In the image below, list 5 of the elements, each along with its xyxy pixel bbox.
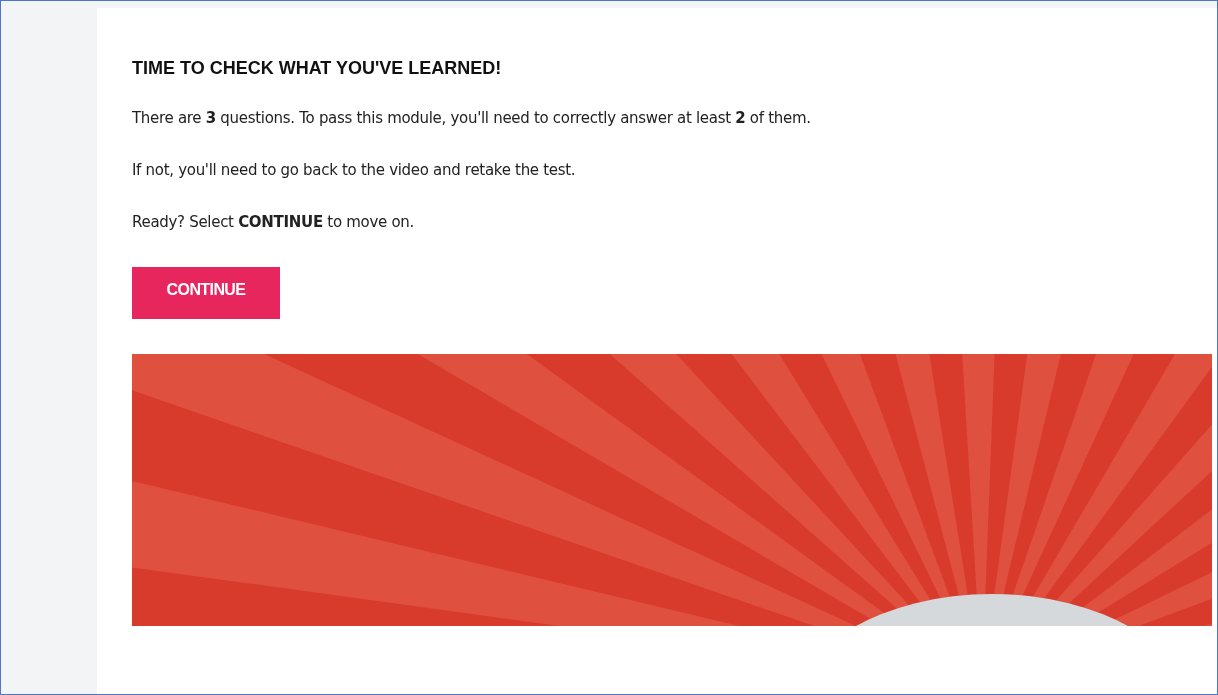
section-heading: TIME TO CHECK WHAT YOU'VE LEARNED! (132, 58, 502, 79)
instruction-text: There are 3 questions. To pass this module, you'll need to correctly answer at least 2 of them. (132, 109, 811, 127)
continue-button[interactable]: CONTINUE (132, 267, 280, 319)
instruction-text: Ready? Select CONTINUE to move on. (132, 213, 414, 231)
instruction-text: If not, you'll need to go back to the video and retake the test. (132, 161, 576, 179)
